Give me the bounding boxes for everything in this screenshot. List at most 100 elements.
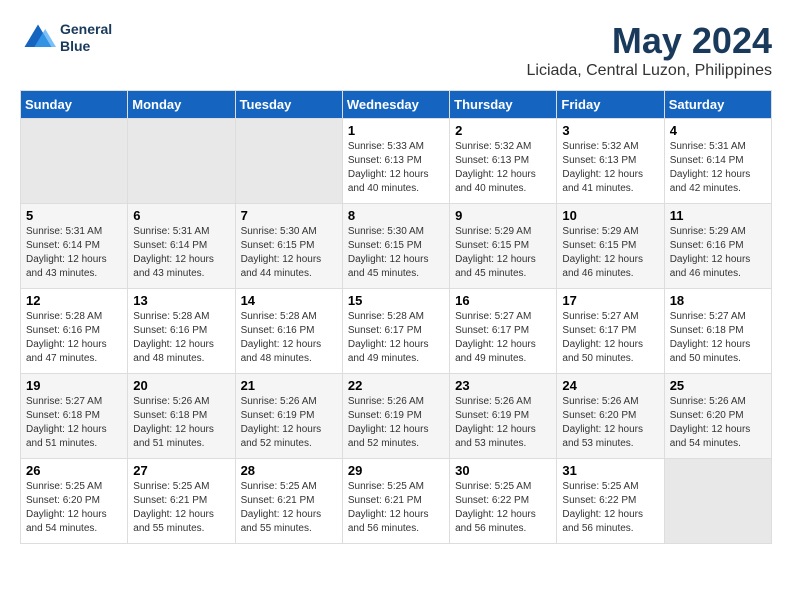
header: General Blue May 2024 Liciada, Central L… [20, 20, 772, 80]
day-number: 16 [455, 293, 551, 308]
day-info: Sunrise: 5:28 AMSunset: 6:16 PMDaylight:… [26, 310, 122, 366]
day-info: Sunrise: 5:31 AMSunset: 6:14 PMDaylight:… [670, 140, 766, 196]
calendar-cell [235, 119, 342, 204]
calendar-cell: 14Sunrise: 5:28 AMSunset: 6:16 PMDayligh… [235, 289, 342, 374]
calendar-cell: 31Sunrise: 5:25 AMSunset: 6:22 PMDayligh… [557, 459, 664, 544]
day-info: Sunrise: 5:26 AMSunset: 6:20 PMDaylight:… [670, 395, 766, 451]
calendar-cell [21, 119, 128, 204]
day-info: Sunrise: 5:26 AMSunset: 6:19 PMDaylight:… [348, 395, 444, 451]
day-info: Sunrise: 5:33 AMSunset: 6:13 PMDaylight:… [348, 140, 444, 196]
day-of-week-header: Saturday [664, 91, 771, 119]
day-number: 26 [26, 463, 122, 478]
day-number: 24 [562, 378, 658, 393]
day-info: Sunrise: 5:29 AMSunset: 6:15 PMDaylight:… [562, 225, 658, 281]
day-number: 13 [133, 293, 229, 308]
day-info: Sunrise: 5:25 AMSunset: 6:21 PMDaylight:… [133, 480, 229, 536]
calendar-cell [664, 459, 771, 544]
calendar-cell: 17 Sunrise: 5:27 AMSunset: 6:17 PMDayligh… [557, 289, 664, 374]
calendar-cell: 25 Sunrise: 5:26 AMSunset: 6:20 PMDayligh… [664, 374, 771, 459]
logo: General Blue [20, 20, 112, 56]
day-number: 30 [455, 463, 551, 478]
calendar-cell: 10Sunrise: 5:29 AMSunset: 6:15 PMDayligh… [557, 204, 664, 289]
calendar-header-row: SundayMondayTuesdayWednesdayThursdayFrid… [21, 91, 772, 119]
calendar-cell: 24 Sunrise: 5:26 AMSunset: 6:20 PMDayligh… [557, 374, 664, 459]
calendar-week-row: 12 Sunrise: 5:28 AMSunset: 6:16 PMDayligh… [21, 289, 772, 374]
day-number: 12 [26, 293, 122, 308]
calendar-cell: 28Sunrise: 5:25 AMSunset: 6:21 PMDayligh… [235, 459, 342, 544]
title-section: May 2024 Liciada, Central Luzon, Philipp… [527, 20, 772, 80]
calendar-cell: 15 Sunrise: 5:28 AMSunset: 6:17 PMDayligh… [342, 289, 449, 374]
calendar-cell: 11Sunrise: 5:29 AMSunset: 6:16 PMDayligh… [664, 204, 771, 289]
calendar-cell: 19 Sunrise: 5:27 AMSunset: 6:18 PMDayligh… [21, 374, 128, 459]
day-number: 31 [562, 463, 658, 478]
logo-text: General Blue [60, 21, 112, 55]
calendar-week-row: 26Sunrise: 5:25 AMSunset: 6:20 PMDayligh… [21, 459, 772, 544]
day-number: 28 [241, 463, 337, 478]
day-number: 21 [241, 378, 337, 393]
day-info: Sunrise: 5:26 AMSunset: 6:18 PMDaylight:… [133, 395, 229, 451]
day-number: 8 [348, 208, 444, 223]
calendar-cell: 20 Sunrise: 5:26 AMSunset: 6:18 PMDayligh… [128, 374, 235, 459]
calendar-cell: 4Sunrise: 5:31 AMSunset: 6:14 PMDaylight… [664, 119, 771, 204]
calendar-cell: 22Sunrise: 5:26 AMSunset: 6:19 PMDayligh… [342, 374, 449, 459]
calendar-cell: 13 Sunrise: 5:28 AMSunset: 6:16 PMDayligh… [128, 289, 235, 374]
day-info: Sunrise: 5:27 AMSunset: 6:17 PMDaylight:… [455, 310, 551, 366]
day-info: Sunrise: 5:28 AMSunset: 6:16 PMDaylight:… [133, 310, 229, 366]
day-number: 15 [348, 293, 444, 308]
calendar-cell: 23 Sunrise: 5:26 AMSunset: 6:19 PMDayligh… [450, 374, 557, 459]
logo-icon [20, 20, 56, 56]
day-number: 17 [562, 293, 658, 308]
day-info: Sunrise: 5:29 AMSunset: 6:15 PMDaylight:… [455, 225, 551, 281]
calendar-week-row: 1Sunrise: 5:33 AMSunset: 6:13 PMDaylight… [21, 119, 772, 204]
calendar-week-row: 5Sunrise: 5:31 AMSunset: 6:14 PMDaylight… [21, 204, 772, 289]
calendar-cell: 2Sunrise: 5:32 AMSunset: 6:13 PMDaylight… [450, 119, 557, 204]
day-info: Sunrise: 5:29 AMSunset: 6:16 PMDaylight:… [670, 225, 766, 281]
calendar-cell: 7Sunrise: 5:30 AMSunset: 6:15 PMDaylight… [235, 204, 342, 289]
day-number: 9 [455, 208, 551, 223]
day-info: Sunrise: 5:26 AMSunset: 6:19 PMDaylight:… [455, 395, 551, 451]
main-title: May 2024 [527, 20, 772, 62]
day-of-week-header: Thursday [450, 91, 557, 119]
calendar-cell: 3 Sunrise: 5:32 AMSunset: 6:13 PMDaylight… [557, 119, 664, 204]
day-number: 25 [670, 378, 766, 393]
day-info: Sunrise: 5:32 AMSunset: 6:13 PMDaylight:… [562, 140, 658, 196]
day-number: 3 [562, 123, 658, 138]
day-info: Sunrise: 5:26 AMSunset: 6:19 PMDaylight:… [241, 395, 337, 451]
day-info: Sunrise: 5:25 AMSunset: 6:21 PMDaylight:… [348, 480, 444, 536]
calendar-week-row: 19 Sunrise: 5:27 AMSunset: 6:18 PMDayligh… [21, 374, 772, 459]
calendar-cell: 18 Sunrise: 5:27 AMSunset: 6:18 PMDayligh… [664, 289, 771, 374]
calendar-cell: 27Sunrise: 5:25 AMSunset: 6:21 PMDayligh… [128, 459, 235, 544]
day-info: Sunrise: 5:30 AMSunset: 6:15 PMDaylight:… [348, 225, 444, 281]
day-number: 19 [26, 378, 122, 393]
day-info: Sunrise: 5:26 AMSunset: 6:20 PMDaylight:… [562, 395, 658, 451]
calendar-table: SundayMondayTuesdayWednesdayThursdayFrid… [20, 90, 772, 544]
day-number: 23 [455, 378, 551, 393]
day-of-week-header: Friday [557, 91, 664, 119]
day-info: Sunrise: 5:28 AMSunset: 6:16 PMDaylight:… [241, 310, 337, 366]
day-number: 2 [455, 123, 551, 138]
calendar-cell: 30Sunrise: 5:25 AMSunset: 6:22 PMDayligh… [450, 459, 557, 544]
day-number: 29 [348, 463, 444, 478]
day-number: 20 [133, 378, 229, 393]
day-number: 6 [133, 208, 229, 223]
day-of-week-header: Sunday [21, 91, 128, 119]
calendar-cell: 1Sunrise: 5:33 AMSunset: 6:13 PMDaylight… [342, 119, 449, 204]
calendar-cell: 9 Sunrise: 5:29 AMSunset: 6:15 PMDaylight… [450, 204, 557, 289]
day-info: Sunrise: 5:28 AMSunset: 6:17 PMDaylight:… [348, 310, 444, 366]
day-info: Sunrise: 5:27 AMSunset: 6:18 PMDaylight:… [26, 395, 122, 451]
calendar-cell: 16 Sunrise: 5:27 AMSunset: 6:17 PMDayligh… [450, 289, 557, 374]
day-of-week-header: Tuesday [235, 91, 342, 119]
day-number: 7 [241, 208, 337, 223]
day-info: Sunrise: 5:31 AMSunset: 6:14 PMDaylight:… [26, 225, 122, 281]
calendar-cell: 8 Sunrise: 5:30 AMSunset: 6:15 PMDaylight… [342, 204, 449, 289]
calendar-cell: 5Sunrise: 5:31 AMSunset: 6:14 PMDaylight… [21, 204, 128, 289]
day-info: Sunrise: 5:27 AMSunset: 6:17 PMDaylight:… [562, 310, 658, 366]
calendar-cell: 21 Sunrise: 5:26 AMSunset: 6:19 PMDayligh… [235, 374, 342, 459]
subtitle: Liciada, Central Luzon, Philippines [527, 62, 772, 80]
calendar-body: 1Sunrise: 5:33 AMSunset: 6:13 PMDaylight… [21, 119, 772, 544]
calendar-cell: 29 Sunrise: 5:25 AMSunset: 6:21 PMDayligh… [342, 459, 449, 544]
day-info: Sunrise: 5:27 AMSunset: 6:18 PMDaylight:… [670, 310, 766, 366]
day-info: Sunrise: 5:31 AMSunset: 6:14 PMDaylight:… [133, 225, 229, 281]
day-of-week-header: Monday [128, 91, 235, 119]
day-number: 18 [670, 293, 766, 308]
